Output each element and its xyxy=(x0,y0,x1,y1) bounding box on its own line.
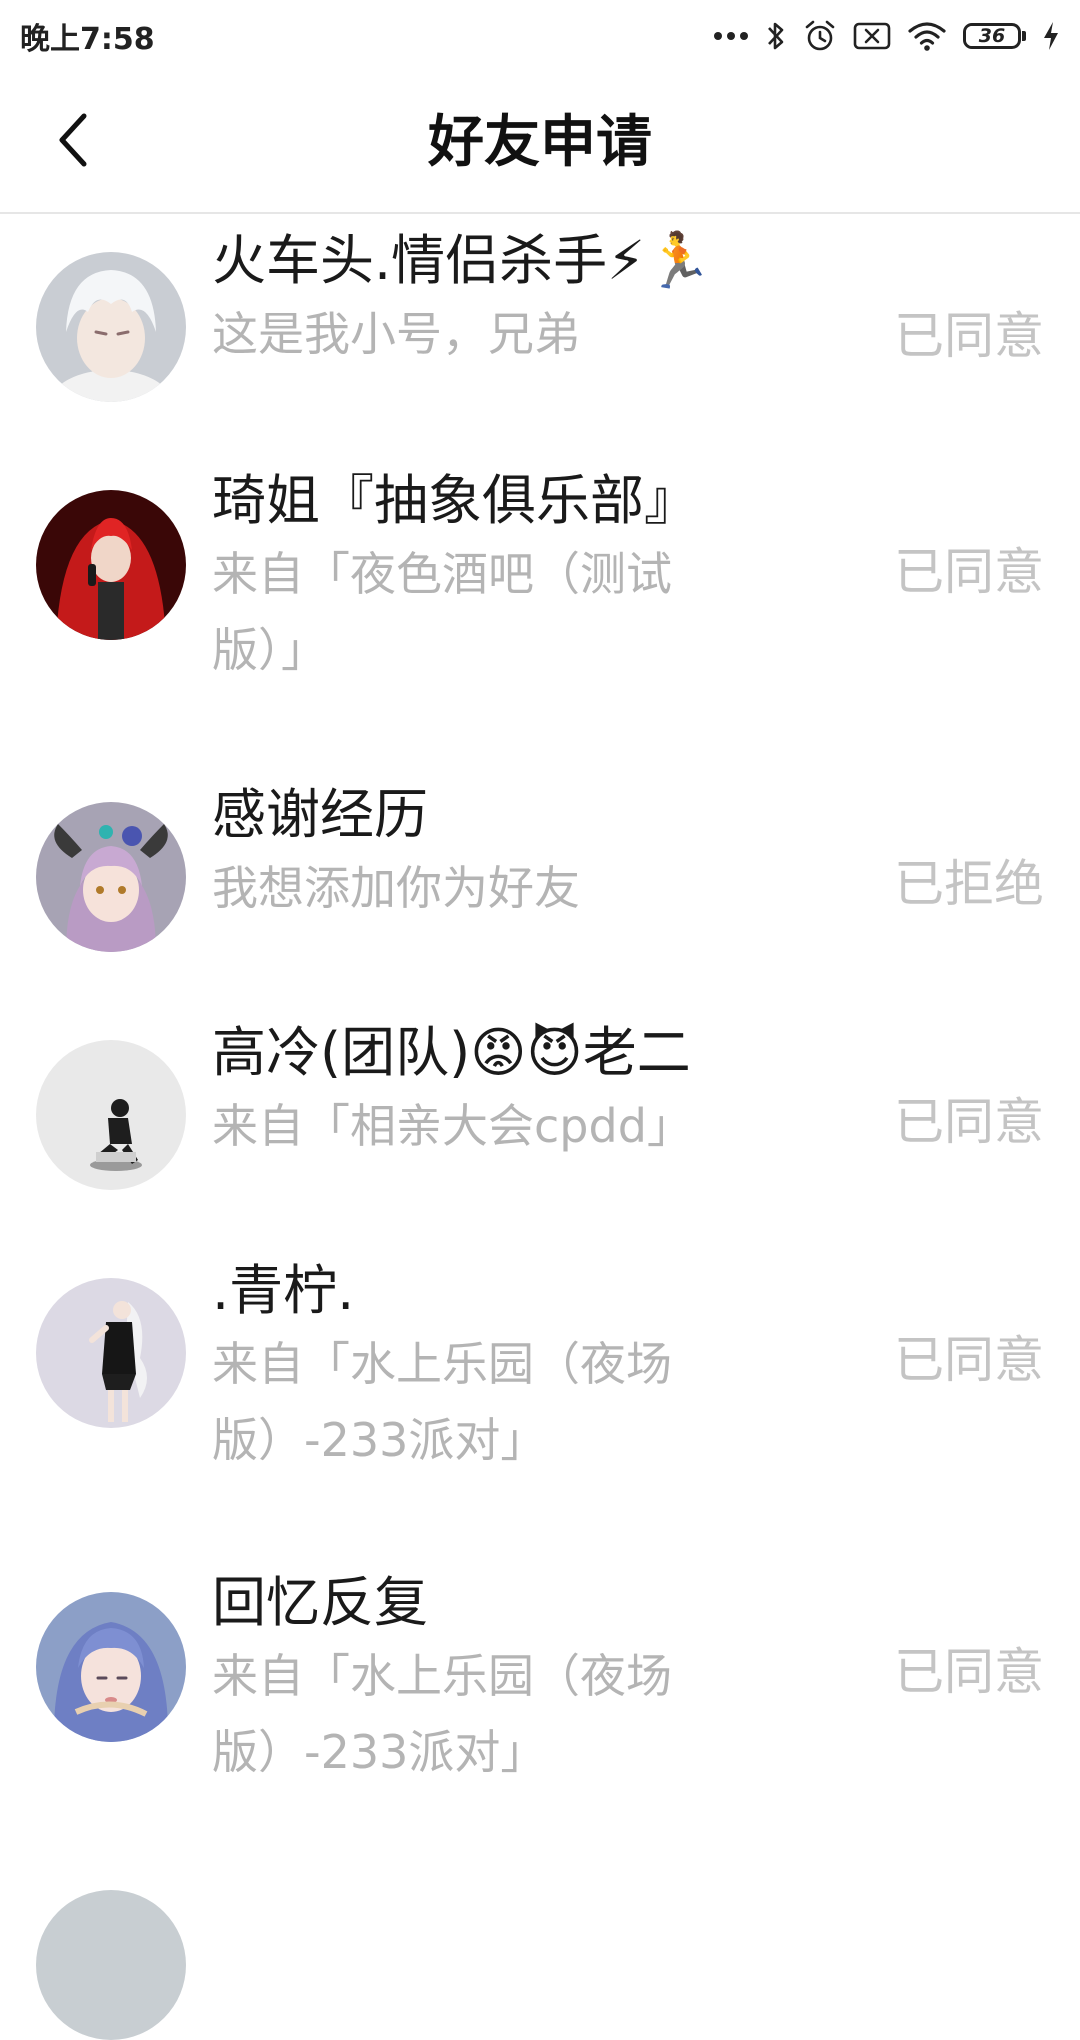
battery-icon: 36 xyxy=(963,23,1026,49)
request-name: 回忆反复 xyxy=(212,1571,428,1634)
battery-level: 36 xyxy=(978,25,1006,47)
request-status: 已同意 xyxy=(894,307,1044,365)
request-name: 高冷(团队)😡😈老二 xyxy=(212,1021,691,1084)
friend-request-list: 火车头.情侣杀手⚡🏃 这是我小号，兄弟 已同意 琦姐『抽象俱乐部』 来自「夜色酒… xyxy=(0,214,1080,2040)
avatar[interactable] xyxy=(36,802,186,952)
request-status: 已同意 xyxy=(894,1643,1044,1701)
request-status: 已同意 xyxy=(894,1331,1044,1389)
request-message: 来自「相亲大会cpdd」 xyxy=(212,1099,693,1153)
bluetooth-icon xyxy=(765,19,787,53)
status-time: 晚上7:58 xyxy=(20,22,155,57)
request-status: 已同意 xyxy=(894,1093,1044,1151)
avatar[interactable] xyxy=(36,1278,186,1428)
request-message: 这是我小号，兄弟 xyxy=(212,307,580,361)
friend-request-item[interactable]: 回忆反复 来自「水上乐园（夜场版）-233派对」 已同意 xyxy=(0,1550,1080,1850)
more-dots-icon xyxy=(713,30,749,42)
friend-request-item[interactable] xyxy=(0,1850,1080,2040)
no-sim-icon xyxy=(853,21,891,51)
request-message: 我想添加你为好友 xyxy=(212,861,580,915)
request-status: 已同意 xyxy=(894,543,1044,601)
title-bar: 好友申请 xyxy=(0,72,1080,214)
request-status: 已拒绝 xyxy=(894,855,1044,913)
charging-bolt-icon xyxy=(1042,20,1060,52)
avatar[interactable] xyxy=(36,1592,186,1742)
friend-request-item[interactable]: 琦姐『抽象俱乐部』 来自「夜色酒吧（测试版）」 已同意 xyxy=(0,450,1080,760)
request-message: 来自「水上乐园（夜场版）-233派对」 xyxy=(212,1337,672,1467)
wifi-icon xyxy=(907,20,947,52)
request-message: 来自「夜色酒吧（测试版）」 xyxy=(212,547,672,677)
status-icons: 36 xyxy=(713,19,1060,53)
avatar[interactable] xyxy=(36,1890,186,2040)
request-name: .青柠. xyxy=(212,1259,355,1322)
request-name: 感谢经历 xyxy=(212,783,428,846)
page-title: 好友申请 xyxy=(428,110,652,175)
friend-request-item[interactable]: .青柠. 来自「水上乐园（夜场版）-233派对」 已同意 xyxy=(0,1236,1080,1550)
friend-request-item[interactable]: 高冷(团队)😡😈老二 来自「相亲大会cpdd」 已同意 xyxy=(0,998,1080,1236)
avatar[interactable] xyxy=(36,490,186,640)
friend-request-item[interactable]: 火车头.情侣杀手⚡🏃 这是我小号，兄弟 已同意 xyxy=(0,214,1080,450)
request-name: 琦姐『抽象俱乐部』 xyxy=(212,469,698,532)
avatar[interactable] xyxy=(36,1040,186,1190)
avatar[interactable] xyxy=(36,252,186,402)
request-name: 火车头.情侣杀手⚡🏃 xyxy=(212,229,713,292)
friend-request-item[interactable]: 感谢经历 我想添加你为好友 已拒绝 xyxy=(0,760,1080,998)
alarm-icon xyxy=(803,19,837,53)
status-bar: 晚上7:58 36 xyxy=(0,0,1080,72)
request-message: 来自「水上乐园（夜场版）-233派对」 xyxy=(212,1649,672,1779)
